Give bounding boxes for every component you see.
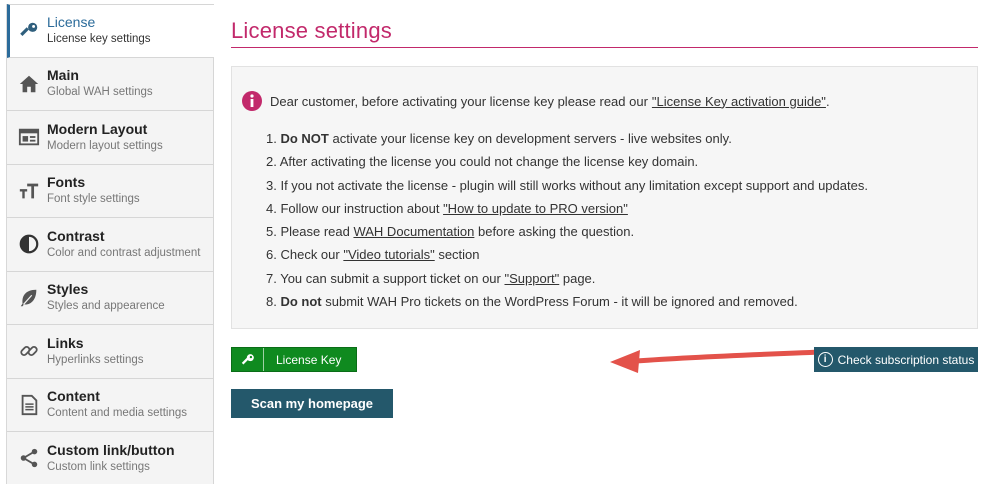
- sidebar-item-modern-layout[interactable]: Modern Layout Modern layout settings: [7, 111, 214, 165]
- list-text-after: section: [434, 247, 480, 263]
- sidebar-item-license[interactable]: License License key settings: [7, 4, 214, 58]
- sidebar-item-subtitle: Custom link settings: [47, 460, 150, 473]
- list-bold: Do not: [280, 294, 322, 310]
- list-text-after: before asking the question.: [474, 224, 635, 240]
- key-icon: [17, 19, 41, 43]
- link-icon: [17, 339, 41, 363]
- list-num: 6.: [266, 247, 281, 263]
- sidebar-item-content[interactable]: Content Content and media settings: [7, 378, 214, 432]
- list-text: Check our: [280, 247, 344, 263]
- video-tutorials-link[interactable]: "Video tutorials": [343, 247, 434, 262]
- check-subscription-label: Check subscription status: [837, 352, 975, 367]
- list-item: 7. You can submit a support ticket on ou…: [266, 267, 868, 290]
- sidebar-item-title: Custom link/button: [47, 441, 175, 458]
- list-item: 8. Do not submit WAH Pro tickets on the …: [266, 290, 868, 313]
- sidebar-item-title: Contrast: [47, 227, 105, 244]
- list-text: activate your license key on development…: [328, 131, 732, 146]
- sidebar-item-subtitle: Styles and appearence: [47, 300, 165, 313]
- page-title: License settings: [231, 18, 392, 43]
- list-item: 6. Check our "Video tutorials" section: [266, 243, 868, 266]
- list-text: If you not activate the license - plugin…: [280, 177, 868, 193]
- list-item: 4. Follow our instruction about "How to …: [266, 197, 868, 220]
- sidebar-item-main[interactable]: Main Global WAH settings: [7, 57, 214, 111]
- sidebar-item-subtitle: Content and media settings: [47, 407, 188, 420]
- list-bold: Do NOT: [280, 131, 329, 146]
- license-key-label: License Key: [276, 352, 342, 367]
- license-guide-link[interactable]: "License Key activation guide": [652, 94, 826, 109]
- list-text: submit WAH Pro tickets on the WordPress …: [321, 294, 798, 310]
- info-icon: i: [817, 352, 833, 367]
- sidebar: License License key settings Main Global…: [6, 4, 214, 484]
- sidebar-item-title: Links: [47, 334, 84, 351]
- layout-icon: [17, 125, 41, 149]
- list-num: 1.: [266, 131, 281, 146]
- notice-box: Dear customer, before activating your li…: [231, 66, 978, 329]
- list-text: After activating the license you could n…: [279, 154, 699, 170]
- update-pro-link[interactable]: "How to update to PRO version": [443, 201, 628, 216]
- sidebar-item-subtitle: Global WAH settings: [47, 86, 153, 99]
- notice-list: 1. Do NOT activate your license key on d…: [266, 127, 868, 313]
- list-text: Follow our instruction about: [280, 200, 444, 216]
- sidebar-item-subtitle: Color and contrast adjustment: [47, 246, 201, 259]
- notice-intro-end: .: [825, 93, 830, 109]
- sidebar-item-subtitle: Hyperlinks settings: [47, 353, 144, 366]
- sidebar-item-title: Styles: [47, 281, 89, 298]
- notice-intro: Dear customer, before activating your li…: [242, 91, 830, 111]
- sidebar-item-title: Main: [47, 67, 79, 84]
- notice-intro-text: Dear customer, before activating your li…: [270, 93, 648, 109]
- list-text-after: page.: [559, 270, 596, 286]
- sidebar-item-contrast[interactable]: Contrast Color and contrast adjustment: [7, 218, 214, 272]
- title-divider: [231, 47, 978, 48]
- sidebar-item-title: License: [47, 14, 96, 31]
- list-item: 5. Please read WAH Documentation before …: [266, 220, 868, 243]
- license-key-button[interactable]: License Key: [231, 347, 357, 372]
- contrast-icon: [17, 232, 41, 256]
- sidebar-item-title: Fonts: [47, 174, 86, 191]
- sidebar-item-title: Content: [47, 388, 100, 405]
- check-subscription-button[interactable]: i Check subscription status: [814, 347, 978, 372]
- documentation-link[interactable]: WAH Documentation: [353, 224, 474, 239]
- share-icon: [17, 446, 41, 470]
- sidebar-item-subtitle: Modern layout settings: [47, 139, 163, 152]
- sidebar-item-styles[interactable]: Styles Styles and appearence: [7, 271, 214, 325]
- home-icon: [17, 72, 41, 96]
- scan-homepage-button[interactable]: Scan my homepage: [231, 389, 393, 418]
- sidebar-item-title: Modern Layout: [47, 120, 148, 137]
- list-text: You can submit a support ticket on our: [280, 270, 505, 286]
- main-panel: License settings Dear customer, before a…: [214, 4, 994, 484]
- sidebar-item-fonts[interactable]: Fonts Font style settings: [7, 164, 214, 218]
- list-num: 5.: [266, 224, 281, 240]
- list-item: 2. After activating the license you coul…: [266, 150, 868, 173]
- info-icon: [242, 91, 262, 111]
- list-text: Please read: [280, 224, 354, 240]
- leaf-icon: [17, 286, 41, 310]
- list-num: 7.: [266, 270, 281, 286]
- list-num: 2.: [266, 154, 280, 170]
- support-link[interactable]: "Support": [504, 271, 559, 286]
- sidebar-item-subtitle: Font style settings: [47, 193, 140, 206]
- fonts-icon: [17, 179, 41, 203]
- key-icon: [232, 348, 264, 371]
- document-icon: [17, 393, 41, 417]
- sidebar-item-subtitle: License key settings: [47, 33, 151, 46]
- list-item: 1. Do NOT activate your license key on d…: [266, 127, 868, 150]
- sidebar-item-custom-link[interactable]: Custom link/button Custom link settings: [7, 432, 214, 484]
- list-num: 4.: [266, 200, 281, 216]
- list-num: 3.: [266, 177, 281, 193]
- sidebar-item-links[interactable]: Links Hyperlinks settings: [7, 325, 214, 379]
- list-item: 3. If you not activate the license - plu…: [266, 174, 868, 197]
- list-num: 8.: [266, 294, 281, 310]
